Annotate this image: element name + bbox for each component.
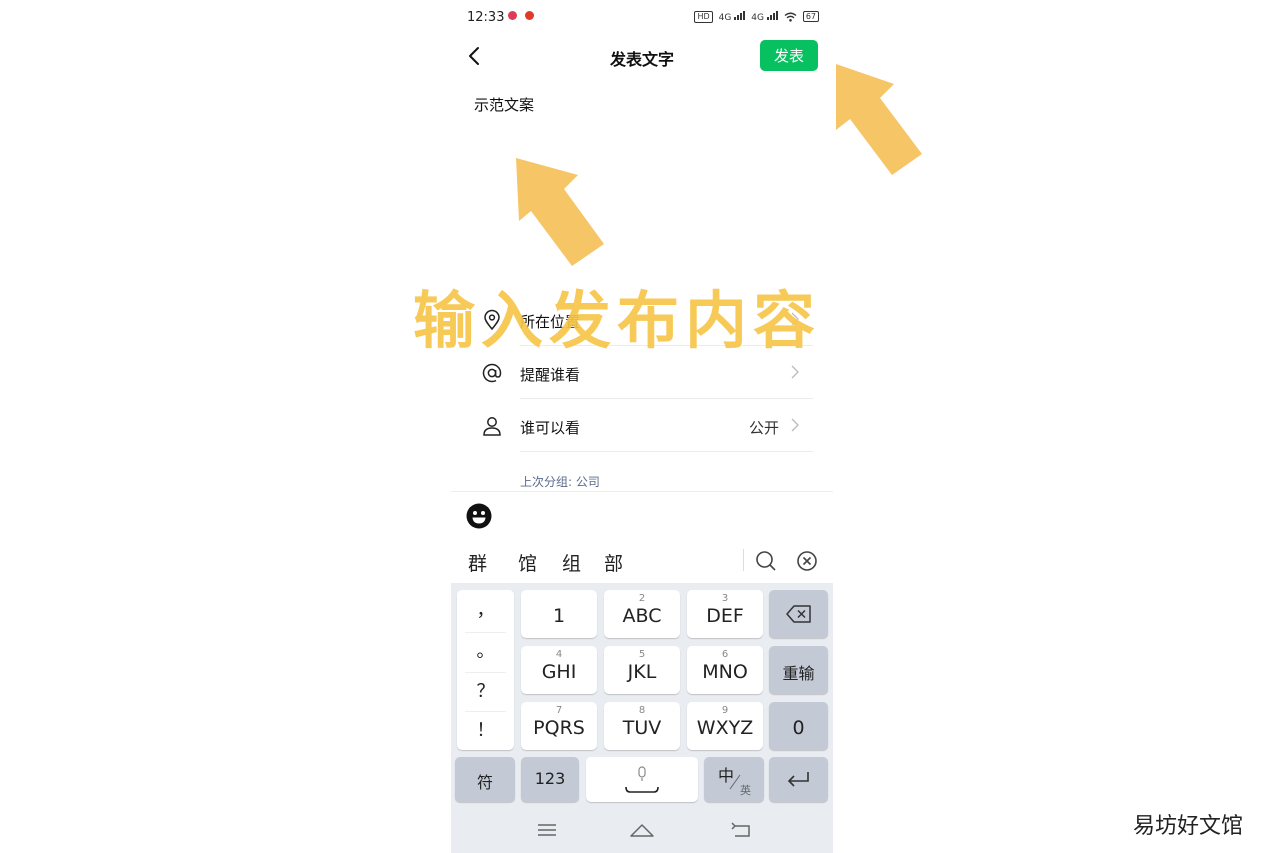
notification-icon (525, 11, 534, 20)
signal-icon: 4G (719, 10, 746, 23)
key-zero[interactable]: 0 (769, 702, 828, 750)
enter-key[interactable] (769, 757, 828, 802)
symbol-switch-key[interactable]: 符 (455, 757, 515, 802)
signal-icon: 4G (751, 10, 778, 23)
remind-label: 提醒谁看 (520, 366, 581, 384)
arrow-annotation (836, 64, 922, 175)
candidate-word[interactable]: 群 (468, 549, 487, 576)
last-group-hint[interactable]: 上次分组: 公司 (520, 473, 600, 490)
at-sign-icon (482, 363, 502, 383)
key-wxyz[interactable]: 9 WXYZ (687, 702, 763, 750)
chevron-right-icon (791, 365, 799, 379)
watermark: 易坊好文馆 (1133, 814, 1244, 839)
battery-icon: 67 (802, 11, 819, 22)
status-time: 12:33 (467, 10, 505, 25)
emoji-toolbar (451, 491, 833, 540)
slash-icon (729, 774, 741, 790)
language-switch-key[interactable]: 中 英 (704, 757, 764, 802)
microphone-icon (625, 766, 659, 793)
key-pqrs[interactable]: 7 PQRS (521, 702, 597, 750)
menu-icon[interactable] (534, 820, 560, 840)
symbol-key[interactable]: ？ (457, 673, 514, 711)
system-nav-bar (451, 808, 833, 853)
annotation-text: 输入发布内容 (413, 284, 822, 357)
symbol-column: ， 。 ？ ！ (457, 590, 514, 750)
key-mno[interactable]: 6 MNO (687, 646, 763, 694)
publish-button[interactable]: 发表 (760, 40, 818, 71)
symbol-key[interactable]: 。 (457, 633, 514, 671)
visibility-row[interactable]: 谁可以看 公开 (473, 400, 813, 452)
key-tuv[interactable]: 8 TUV (604, 702, 680, 750)
visibility-value: 公开 (748, 419, 779, 437)
emoji-icon[interactable] (465, 502, 493, 530)
person-icon (483, 417, 501, 436)
divider (743, 549, 744, 571)
candidate-word[interactable]: 馆 (518, 549, 537, 576)
key-ghi[interactable]: 4 GHI (521, 646, 597, 694)
ime-candidate-bar: 群 馆 组 部 (451, 539, 833, 583)
candidate-word[interactable]: 组 (562, 549, 581, 576)
system-icons: HD 4G 4G 67 (694, 10, 819, 23)
home-icon[interactable] (629, 820, 655, 840)
reenter-key[interactable]: 重输 (769, 646, 828, 694)
divider (520, 398, 813, 399)
number-switch-key[interactable]: 123 (521, 757, 579, 802)
divider (520, 451, 813, 452)
top-bar: 发表文字 发表 (451, 36, 833, 76)
back-nav-icon[interactable] (729, 820, 755, 840)
status-bar: 12:33 HD 4G 4G 67 (451, 0, 833, 34)
space-key[interactable] (586, 757, 698, 802)
close-icon[interactable] (795, 549, 819, 573)
visibility-label: 谁可以看 (520, 419, 581, 437)
search-icon[interactable] (754, 549, 778, 573)
ime-keyboard: ， 。 ？ ！ 1 2 ABC 3 DEF 4 GHI 5 JKL 6 MNO … (451, 583, 833, 808)
key-abc[interactable]: 2 ABC (604, 590, 680, 638)
key-def[interactable]: 3 DEF (687, 590, 763, 638)
phone-screen: 12:33 HD 4G 4G 67 发表文字 发表 示范文案 所在位置 提醒谁看… (451, 0, 833, 853)
wifi-icon (784, 12, 797, 22)
candidate-word[interactable]: 部 (604, 549, 623, 576)
symbol-key[interactable]: ， (457, 592, 514, 630)
notification-icon (508, 11, 517, 20)
enter-icon (787, 772, 809, 787)
key-jkl[interactable]: 5 JKL (604, 646, 680, 694)
hd-icon: HD (694, 10, 713, 23)
key-1[interactable]: 1 (521, 590, 597, 638)
symbol-key[interactable]: ！ (457, 712, 514, 750)
backspace-icon (786, 605, 811, 623)
backspace-key[interactable] (769, 590, 828, 638)
chevron-right-icon (791, 418, 799, 432)
post-text-input[interactable]: 示范文案 (474, 94, 534, 115)
